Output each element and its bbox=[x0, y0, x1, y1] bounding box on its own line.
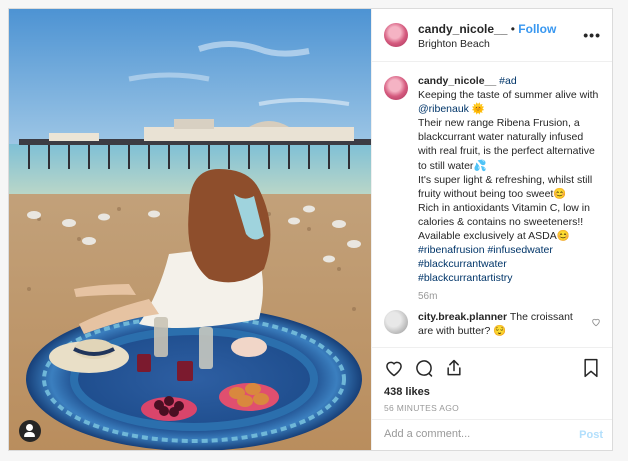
comment-bubble-icon[interactable] bbox=[414, 358, 434, 378]
comments-section: candy_nicole__ #ad Keeping the taste of … bbox=[372, 62, 612, 347]
share-arrow-icon[interactable] bbox=[444, 358, 464, 378]
caption-line2: Their new range Ribena Frusion, a blackc… bbox=[418, 117, 595, 172]
location-link[interactable]: Brighton Beach bbox=[418, 38, 490, 50]
bookmark-icon[interactable] bbox=[582, 358, 600, 378]
like-count[interactable]: 438 likes bbox=[384, 386, 430, 398]
username-link[interactable]: candy_nicole__ bbox=[418, 22, 507, 36]
hashtag-link[interactable]: #blackcurrantartistry bbox=[418, 272, 513, 284]
header-user-line: candy_nicole__ • Follow bbox=[418, 22, 556, 36]
avatar[interactable] bbox=[384, 23, 408, 47]
heart-outline-icon[interactable] bbox=[384, 358, 404, 378]
more-options-icon[interactable]: ••• bbox=[583, 27, 601, 43]
caption: candy_nicole__ #ad Keeping the taste of … bbox=[418, 74, 604, 285]
caption-line1: Keeping the taste of summer alive with bbox=[418, 89, 599, 102]
commenter-username[interactable]: city.break.planner bbox=[418, 311, 507, 323]
comment: city.break.planner The croissant are wit… bbox=[418, 310, 588, 338]
add-comment-row: Post bbox=[372, 419, 612, 450]
user-tag-icon[interactable] bbox=[19, 420, 41, 442]
add-comment-input[interactable] bbox=[384, 428, 564, 440]
hashtag-link[interactable]: #ribenafrusion bbox=[418, 244, 485, 256]
post-header: candy_nicole__ • Follow Brighton Beach •… bbox=[372, 9, 612, 62]
caption-timestamp[interactable]: 56m bbox=[418, 291, 437, 302]
follow-button[interactable]: Follow bbox=[518, 22, 556, 36]
hashtag-link[interactable]: #infusedwater bbox=[487, 244, 552, 256]
small-heart-icon[interactable] bbox=[591, 317, 601, 327]
smile-emoji: 😊 bbox=[553, 187, 567, 200]
drops-emoji: 💦 bbox=[473, 159, 487, 172]
mention-link[interactable]: @ribenauk bbox=[418, 103, 469, 115]
caption-username[interactable]: candy_nicole__ bbox=[418, 75, 496, 87]
post-timestamp[interactable]: 56 MINUTES AGO bbox=[384, 403, 459, 413]
action-bar: 438 likes 56 MINUTES AGO Post bbox=[372, 347, 612, 450]
smile-emoji-2: 😊 bbox=[556, 230, 570, 243]
commenter-avatar[interactable] bbox=[384, 310, 408, 334]
post-photo[interactable] bbox=[9, 9, 371, 450]
caption-avatar[interactable] bbox=[384, 76, 408, 100]
hashtag-link[interactable]: #blackcurrantwater bbox=[418, 258, 507, 270]
hashtag-ad[interactable]: #ad bbox=[499, 75, 517, 87]
separator-dot: • bbox=[510, 22, 515, 36]
beach-picnic-image bbox=[9, 9, 371, 450]
relieved-emoji: 😌 bbox=[493, 325, 507, 338]
sun-emoji: 🌞 bbox=[471, 103, 485, 116]
post-comment-button[interactable]: Post bbox=[579, 429, 603, 441]
instagram-post: candy_nicole__ • Follow Brighton Beach •… bbox=[8, 8, 613, 451]
post-sidebar: candy_nicole__ • Follow Brighton Beach •… bbox=[371, 9, 612, 450]
